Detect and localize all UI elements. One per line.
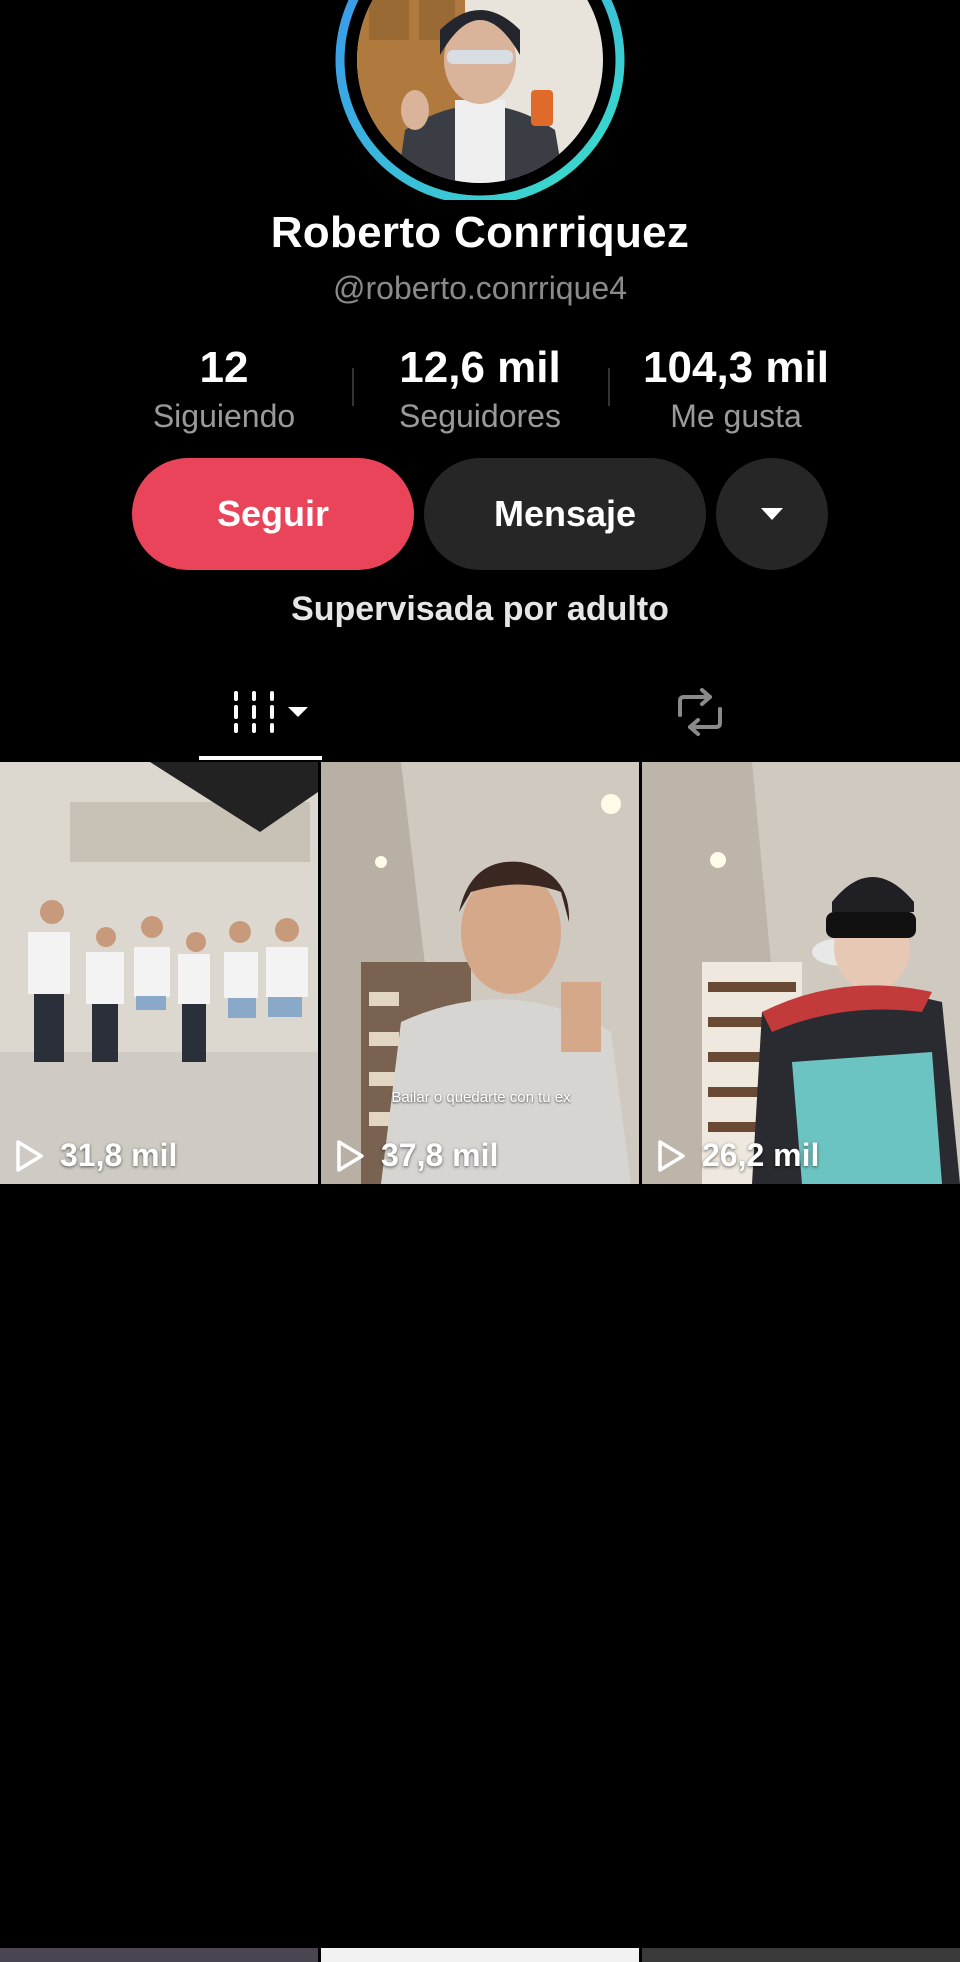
more-options-button[interactable] xyxy=(716,458,828,570)
video-caption: Bailar o quedarte con tu ex xyxy=(391,1089,571,1106)
caret-down-icon xyxy=(761,508,783,520)
play-icon xyxy=(658,1139,685,1172)
stat-likes[interactable]: 104,3 mil Me gusta xyxy=(608,340,864,436)
video-thumbnail[interactable] xyxy=(0,1948,318,1962)
video-thumbnail[interactable] xyxy=(321,1948,639,1962)
tab-active-indicator xyxy=(199,756,322,760)
tab-reposts[interactable] xyxy=(640,680,760,744)
message-button[interactable]: Mensaje xyxy=(424,458,706,570)
video-thumbnail[interactable]: 26,2 mil xyxy=(642,762,960,1184)
stat-value: 12,6 mil xyxy=(399,343,561,392)
stat-followers[interactable]: 12,6 mil Seguidores xyxy=(352,340,608,436)
stat-divider xyxy=(352,368,354,406)
video-thumbnail[interactable] xyxy=(642,1948,960,1962)
video-view-count: 26,2 mil xyxy=(656,1137,819,1174)
follow-button[interactable]: Seguir xyxy=(132,458,414,570)
video-thumbnail[interactable]: 31,8 mil xyxy=(0,762,318,1184)
chevron-down-icon xyxy=(288,707,308,717)
profile-stats: 12 Siguiendo 12,6 mil Seguidores 104,3 m… xyxy=(0,340,960,440)
video-thumbnail[interactable]: Bailar o quedarte con tu ex 37,8 mil xyxy=(321,762,639,1184)
supervision-notice: Supervisada por adulto xyxy=(291,590,669,628)
stat-value: 104,3 mil xyxy=(643,343,829,392)
play-icon xyxy=(337,1139,364,1172)
stat-divider xyxy=(608,368,610,406)
stat-following[interactable]: 12 Siguiendo xyxy=(96,340,352,436)
follow-button-label: Seguir xyxy=(216,493,330,534)
message-button-label: Mensaje xyxy=(493,493,637,534)
stat-label: Me gusta xyxy=(670,398,802,434)
video-grid: 31,8 mil Bailar o quedarte con tu ex 37,… xyxy=(0,762,960,1962)
tab-videos[interactable] xyxy=(200,680,320,744)
profile-name: Roberto Conrriquez xyxy=(270,208,690,257)
view-count-text: 31,8 mil xyxy=(60,1137,178,1173)
video-view-count: 31,8 mil xyxy=(14,1137,177,1174)
profile-avatar[interactable] xyxy=(335,0,625,200)
profile-handle: @roberto.conrrique4 xyxy=(333,270,627,306)
view-count-text: 37,8 mil xyxy=(381,1137,499,1173)
video-grid-icon xyxy=(234,691,308,733)
stat-label: Siguiendo xyxy=(152,398,296,434)
repost-icon xyxy=(678,688,722,736)
stat-value: 12 xyxy=(199,343,249,392)
video-view-count: 37,8 mil xyxy=(335,1137,498,1174)
play-icon xyxy=(16,1139,43,1172)
view-count-text: 26,2 mil xyxy=(702,1137,820,1173)
stat-label: Seguidores xyxy=(399,398,561,434)
